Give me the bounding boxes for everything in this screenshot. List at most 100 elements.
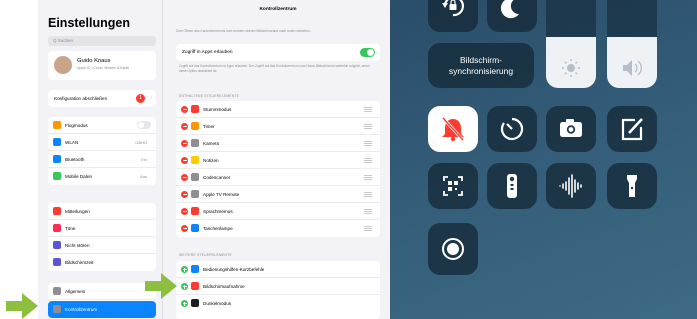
sun-icon bbox=[562, 59, 580, 77]
sidebar-item-bildschirmzeit[interactable]: Bildschirmzeit bbox=[48, 254, 156, 271]
list-item[interactable]: Timer bbox=[176, 118, 380, 135]
timer-tile[interactable] bbox=[487, 106, 537, 152]
list-item[interactable]: Bildschirmaufnahme bbox=[176, 278, 380, 295]
included-controls-list: Stummmodus Timer Kamera Notizen Codescan… bbox=[176, 101, 380, 237]
rotation-lock-tile[interactable] bbox=[428, 0, 478, 32]
sidebar-item-label: Mobile Daten bbox=[65, 173, 93, 179]
sidebar-item-label: Nicht stören bbox=[65, 242, 90, 248]
remove-icon[interactable] bbox=[181, 157, 188, 164]
airplane-mode-toggle[interactable] bbox=[137, 121, 151, 129]
remove-icon[interactable] bbox=[181, 140, 188, 147]
sidebar-item-mitteilungen[interactable]: Mitteilungen bbox=[48, 203, 156, 220]
gear-icon bbox=[53, 287, 61, 295]
control-label: Taschenlampe bbox=[203, 225, 233, 231]
profile-name: Guido Knaus bbox=[77, 58, 111, 64]
rotation-lock-icon bbox=[442, 0, 465, 17]
waveform-icon bbox=[559, 174, 582, 198]
drag-handle-icon[interactable] bbox=[364, 107, 372, 112]
search-input[interactable]: Q Suchen bbox=[48, 36, 156, 46]
sidebar-item-kontrollzentrum[interactable]: Kontrollzentrum bbox=[48, 301, 156, 318]
remove-icon[interactable] bbox=[181, 208, 188, 215]
brightness-slider[interactable] bbox=[546, 0, 596, 88]
list-item[interactable]: Stummmodus bbox=[176, 101, 380, 118]
waveform-icon bbox=[191, 207, 199, 215]
list-item[interactable]: Codescanner bbox=[176, 169, 380, 186]
list-item[interactable]: Apple TV Remote bbox=[176, 186, 380, 203]
remove-icon[interactable] bbox=[181, 123, 188, 130]
drag-handle-icon[interactable] bbox=[364, 226, 372, 231]
drag-handle-icon[interactable] bbox=[364, 158, 372, 163]
accessibility-icon bbox=[191, 265, 199, 273]
arrow-right-icon bbox=[6, 293, 38, 319]
access-row: Zugriff in Apps erlauben bbox=[176, 44, 380, 61]
sidebar-item-nicht-stoeren[interactable]: Nicht stören bbox=[48, 237, 156, 254]
qr-code-icon bbox=[191, 173, 199, 181]
sidebar-item-label: Bildschirmzeit bbox=[65, 259, 94, 265]
moon-icon bbox=[500, 0, 519, 19]
more-controls-list: Bedienungshilfen-Kurzbefehle Bildschirma… bbox=[176, 261, 380, 319]
sidebar-item-allgemein[interactable]: Allgemein bbox=[48, 283, 156, 300]
sidebar-item-bluetooth[interactable]: Bluetooth Ein bbox=[48, 151, 156, 168]
list-item[interactable]: Notizen bbox=[176, 152, 380, 169]
notes-tile[interactable] bbox=[607, 106, 657, 152]
remove-icon[interactable] bbox=[181, 106, 188, 113]
control-label: Apple TV Remote bbox=[203, 191, 240, 197]
sidebar-item-label: Kontrollzentrum bbox=[65, 306, 98, 312]
list-item[interactable]: Kamera bbox=[176, 135, 380, 152]
sidebar-group-notifications: Mitteilungen Töne Nicht stören Bildschir… bbox=[48, 203, 156, 271]
camera-icon bbox=[191, 139, 199, 147]
volume-slider[interactable] bbox=[607, 0, 657, 88]
silent-mode-tile[interactable] bbox=[428, 106, 478, 152]
access-label: Zugriff in Apps erlauben bbox=[182, 50, 233, 55]
profile-subtitle: Apple-ID, iCloud, Medien & Käufe bbox=[77, 66, 130, 70]
list-item[interactable]: Bedienungshilfen-Kurzbefehle bbox=[176, 261, 380, 278]
drag-handle-icon[interactable] bbox=[364, 141, 372, 146]
drag-handle-icon[interactable] bbox=[364, 124, 372, 129]
timer-icon bbox=[500, 117, 524, 141]
apple-tv-remote-tile[interactable] bbox=[487, 163, 537, 209]
more-section-header: WEITERE STEUERELEMENTE bbox=[179, 253, 232, 257]
config-label: Konfiguration abschließen bbox=[54, 96, 108, 101]
hourglass-icon bbox=[53, 258, 61, 266]
settings-sidebar: Einstellungen Q Suchen Guido Knaus Apple… bbox=[38, 0, 163, 319]
remote-icon bbox=[191, 190, 199, 198]
add-icon[interactable] bbox=[181, 300, 188, 307]
remove-icon[interactable] bbox=[181, 225, 188, 232]
code-scanner-tile[interactable] bbox=[428, 163, 478, 209]
timer-icon bbox=[191, 122, 199, 130]
drag-handle-icon[interactable] bbox=[364, 192, 372, 197]
sidebar-item-mobile-data[interactable]: Mobile Daten Aus bbox=[48, 168, 156, 185]
remove-icon[interactable] bbox=[181, 191, 188, 198]
chevron-right-icon: › bbox=[150, 95, 152, 101]
access-toggle[interactable] bbox=[360, 48, 375, 57]
screen-mirroring-label: Bildschirm- synchronisierung bbox=[448, 55, 514, 76]
sidebar-item-wlan[interactable]: WLAN GBHO bbox=[48, 134, 156, 151]
sidebar-item-value: Aus bbox=[140, 173, 147, 179]
screen-mirroring-tile[interactable]: Bildschirm- synchronisierung bbox=[428, 43, 534, 88]
wifi-icon bbox=[53, 138, 61, 146]
drag-handle-icon[interactable] bbox=[364, 209, 372, 214]
remove-icon[interactable] bbox=[181, 174, 188, 181]
switches-icon bbox=[53, 305, 61, 313]
drag-handle-icon[interactable] bbox=[364, 175, 372, 180]
add-icon[interactable] bbox=[181, 266, 188, 273]
config-row[interactable]: Konfiguration abschließen 1 › bbox=[48, 90, 156, 107]
add-icon[interactable] bbox=[181, 283, 188, 290]
voice-memos-tile[interactable] bbox=[546, 163, 596, 209]
list-item[interactable]: Dunkelmodus bbox=[176, 295, 380, 312]
flashlight-tile[interactable] bbox=[607, 163, 657, 209]
moon-icon bbox=[53, 241, 61, 249]
access-description: Zugriff auf das Kontrollzentrum in Apps … bbox=[179, 64, 370, 73]
list-item[interactable]: Taschenlampe bbox=[176, 220, 380, 237]
sidebar-item-label: Mitteilungen bbox=[65, 208, 90, 214]
sidebar-item-toene[interactable]: Töne bbox=[48, 220, 156, 237]
screen-recording-tile[interactable] bbox=[428, 223, 478, 275]
profile-card[interactable]: Guido Knaus Apple-ID, iCloud, Medien & K… bbox=[48, 51, 156, 80]
control-label: Timer bbox=[203, 123, 215, 129]
do-not-disturb-tile[interactable] bbox=[487, 0, 537, 32]
flashlight-icon bbox=[627, 175, 637, 197]
dark-mode-icon bbox=[191, 299, 199, 307]
list-item[interactable]: Sprachmemos bbox=[176, 203, 380, 220]
sidebar-item-flugmodus[interactable]: Flugmodus bbox=[48, 117, 156, 134]
camera-tile[interactable] bbox=[546, 106, 596, 152]
